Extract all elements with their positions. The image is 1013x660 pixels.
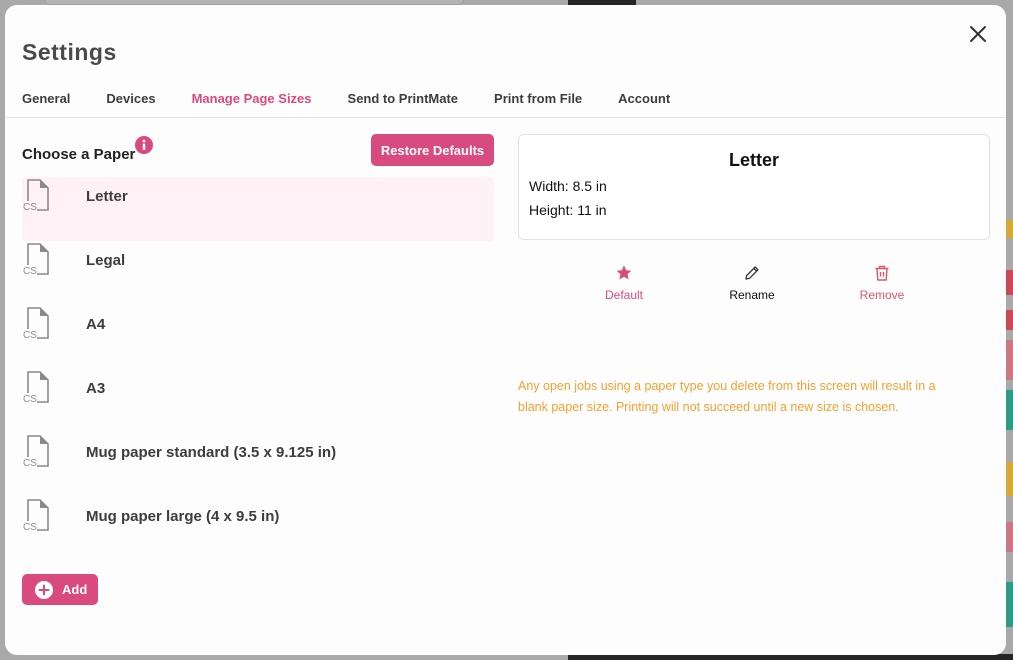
pencil-icon bbox=[745, 266, 759, 280]
tab-manage-page-sizes[interactable]: Manage Page Sizes bbox=[192, 91, 312, 106]
paper-detail-card: Letter Width: 8.5 in Height: 11 in bbox=[518, 134, 990, 240]
plus-circle-icon bbox=[35, 580, 53, 599]
background-decoration bbox=[1005, 200, 1013, 640]
paper-item-a3[interactable]: CS A3 bbox=[22, 369, 494, 433]
custom-size-document-icon: CS bbox=[23, 243, 49, 276]
paper-item-label: Mug paper standard (3.5 x 9.125 in) bbox=[86, 444, 337, 461]
paper-item-letter[interactable]: CS Letter bbox=[22, 177, 494, 241]
custom-size-document-icon: CS bbox=[23, 179, 49, 212]
svg-text:CS: CS bbox=[23, 394, 37, 404]
close-icon bbox=[970, 26, 986, 42]
svg-text:CS: CS bbox=[23, 458, 37, 468]
remove-button[interactable]: Remove bbox=[842, 264, 922, 304]
info-button[interactable] bbox=[135, 136, 153, 154]
paper-item-legal[interactable]: CS Legal bbox=[22, 241, 494, 305]
paper-detail-width: Width: 8.5 in bbox=[529, 178, 607, 194]
custom-size-document-icon: CS bbox=[23, 307, 49, 340]
paper-item-mug-standard[interactable]: CS Mug paper standard (3.5 x 9.125 in) bbox=[22, 433, 494, 497]
custom-size-document-icon: CS bbox=[23, 371, 49, 404]
restore-defaults-button[interactable]: Restore Defaults bbox=[371, 134, 494, 166]
svg-text:CS: CS bbox=[23, 522, 37, 532]
tab-send-to-printmate[interactable]: Send to PrintMate bbox=[348, 91, 459, 106]
info-icon bbox=[135, 136, 153, 154]
tab-general[interactable]: General bbox=[22, 91, 70, 106]
default-label: Default bbox=[604, 288, 644, 302]
tab-devices[interactable]: Devices bbox=[106, 91, 155, 106]
star-icon bbox=[616, 265, 632, 280]
paper-item-mug-large[interactable]: CS Mug paper large (4 x 9.5 in) bbox=[22, 497, 494, 561]
custom-size-document-icon: CS bbox=[23, 499, 49, 532]
paper-item-label: Legal bbox=[86, 252, 126, 269]
paper-list: CS Letter CS Legal CS A4 CS A3 CS Mug pa… bbox=[22, 177, 494, 561]
paper-detail-height: Height: 11 in bbox=[529, 202, 607, 218]
tab-bar: General Devices Manage Page Sizes Send t… bbox=[22, 91, 706, 106]
custom-size-document-icon: CS bbox=[23, 435, 49, 468]
rename-button[interactable]: Rename bbox=[712, 264, 792, 304]
set-default-button[interactable]: Default bbox=[584, 264, 664, 304]
paper-item-label: Mug paper large (4 x 9.5 in) bbox=[86, 508, 280, 525]
remove-label: Remove bbox=[859, 288, 905, 302]
trash-icon bbox=[875, 265, 889, 281]
add-label: Add bbox=[62, 582, 88, 597]
tab-divider bbox=[5, 117, 1006, 118]
svg-text:CS: CS bbox=[23, 202, 37, 212]
paper-item-label: A3 bbox=[86, 380, 106, 397]
settings-dialog: Settings General Devices Manage Page Siz… bbox=[5, 5, 1006, 655]
dialog-title: Settings bbox=[22, 39, 117, 65]
paper-item-a4[interactable]: CS A4 bbox=[22, 305, 494, 369]
paper-item-label: Letter bbox=[86, 188, 128, 205]
tab-print-from-file[interactable]: Print from File bbox=[494, 91, 582, 106]
rename-label: Rename bbox=[729, 288, 775, 302]
paper-item-label: A4 bbox=[86, 316, 106, 333]
svg-text:CS: CS bbox=[23, 266, 37, 276]
tab-account[interactable]: Account bbox=[618, 91, 670, 106]
paper-detail-name: Letter bbox=[728, 150, 779, 170]
delete-warning-text: Any open jobs using a paper type you del… bbox=[518, 379, 936, 414]
add-paper-button[interactable]: Add bbox=[22, 574, 98, 605]
close-button[interactable] bbox=[967, 23, 989, 45]
svg-text:CS: CS bbox=[23, 330, 37, 340]
choose-paper-heading: Choose a Paper bbox=[22, 146, 136, 163]
